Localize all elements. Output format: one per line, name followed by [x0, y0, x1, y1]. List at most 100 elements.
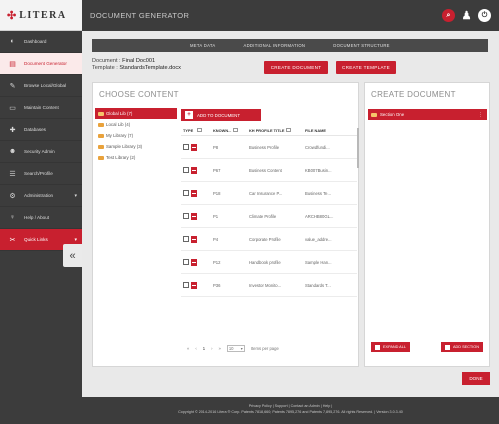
column-header-type[interactable]: TYPE — [181, 128, 213, 133]
chevron-down-icon: ▾ — [74, 236, 77, 243]
users-icon: ☻ — [8, 148, 17, 155]
done-button[interactable]: DONE — [462, 372, 490, 385]
more-options-icon[interactable]: ⋮ — [478, 112, 483, 118]
litera-logo-icon: ✣ — [7, 9, 17, 22]
expand-all-button[interactable]: EXPAND ALL — [371, 342, 410, 352]
known-cell: P18 — [213, 190, 221, 196]
sidebar-item-label: Help / About — [24, 215, 50, 220]
table-row[interactable]: P4 Corporate Profile value_addre... — [181, 228, 357, 251]
table-row[interactable]: P1 Climate Profile ARCHB80GL... — [181, 205, 357, 228]
tree-item-label: Sample Library (3) — [106, 144, 143, 149]
pager-prev-button[interactable]: ‹ — [195, 346, 196, 351]
type-cell — [181, 258, 213, 266]
tree-item-test-library[interactable]: Test Library (2) — [95, 152, 177, 163]
bulb-icon: ♀ — [9, 214, 16, 221]
known-cell: P36 — [213, 282, 221, 288]
type-cell — [181, 212, 213, 220]
column-menu-icon[interactable] — [286, 128, 292, 133]
known-cell: P67 — [213, 167, 221, 173]
column-menu-icon[interactable] — [197, 128, 203, 132]
table-row[interactable]: P12 Handbook profile Sample Han... — [181, 251, 357, 274]
expand-icon — [375, 344, 380, 350]
choose-content-title: CHOOSE CONTENT — [99, 90, 179, 99]
column-header-label: KH PROFILE TITLE — [249, 127, 285, 133]
sidebar-item-label: Administration — [24, 193, 54, 198]
column-header-known[interactable]: KNOWN... — [213, 128, 249, 133]
row-checkbox[interactable] — [183, 259, 189, 265]
row-checkbox[interactable] — [183, 190, 189, 196]
tab-additional-information[interactable]: ADDITIONAL INFORMATION — [244, 43, 306, 48]
row-checkbox[interactable] — [183, 236, 189, 242]
table-row[interactable]: P36 Investor Monito... Standards T... — [181, 274, 357, 297]
row-checkbox[interactable] — [183, 282, 189, 288]
row-checkbox[interactable] — [183, 213, 189, 219]
sidebar-item-security-admin[interactable]: ☻ Security Admin — [0, 141, 82, 163]
sidebar-item-document-generator[interactable]: ▤ Document Generator — [0, 53, 82, 75]
top-icons: ⌕ ♟ ⏻ — [442, 9, 491, 22]
section-label: Section One — [380, 112, 405, 117]
known-cell: P4 — [213, 236, 219, 242]
file-cell: Sample Han... — [305, 259, 332, 265]
row-checkbox[interactable] — [183, 167, 189, 173]
pager-first-button[interactable]: « — [187, 346, 189, 351]
pager-last-button[interactable]: » — [219, 346, 221, 351]
items-per-page-value: 10 — [228, 345, 234, 351]
column-header-profile-title[interactable]: KH PROFILE TITLE — [249, 128, 305, 133]
sidebar-item-dashboard[interactable]: ◐ Dashboard — [0, 31, 82, 53]
items-per-page-select[interactable]: 10 ▾ — [226, 344, 245, 352]
tab-document-structure[interactable]: DOCUMENT STRUCTURE — [333, 43, 390, 48]
pager-next-button[interactable]: › — [211, 346, 212, 351]
row-checkbox[interactable] — [183, 144, 189, 150]
plus-icon — [445, 344, 450, 350]
tree-item-global-lib[interactable]: Global Lib (7) — [95, 108, 177, 119]
tree-item-my-library[interactable]: My Library (7) — [95, 130, 177, 141]
folder-icon — [98, 144, 104, 149]
litera-logo[interactable]: ✣ LITERA — [0, 0, 82, 31]
column-menu-icon[interactable] — [233, 128, 239, 133]
column-header-file-name[interactable]: FILE NAME — [305, 128, 357, 133]
table-row[interactable]: P8 Business Profile Crowdfundi... — [181, 136, 357, 159]
grid-header: TYPE KNOWN... KH PROFILE TITLE FILE NAME — [181, 125, 357, 136]
add-to-document-label: ADD TO DOCUMENT — [197, 112, 241, 118]
document-icon — [191, 281, 197, 289]
add-section-button[interactable]: ADD SECTION — [441, 342, 483, 352]
document-value: Final Doc001 — [122, 58, 156, 64]
document-icon — [191, 166, 197, 174]
type-cell — [181, 189, 213, 197]
sidebar-item-browse[interactable]: ✎ Browse Local/Global — [0, 75, 82, 97]
tab-bar: META DATA ADDITIONAL INFORMATION DOCUMEN… — [92, 39, 488, 52]
create-document-title: CREATE DOCUMENT — [371, 90, 456, 99]
add-to-document-button[interactable]: + ADD TO DOCUMENT — [181, 109, 261, 121]
gear-icon: ⚙ — [9, 192, 16, 200]
tab-meta-data[interactable]: META DATA — [190, 43, 216, 48]
folder-icon: ▭ — [9, 104, 16, 112]
sidebar-item-search-profile[interactable]: ☰ Search/Profile — [0, 163, 82, 185]
table-row[interactable]: P18 Car Insurance P... Business Te... — [181, 182, 357, 205]
content-scrollbar[interactable] — [357, 128, 359, 168]
tree-item-label: Test Library (2) — [106, 155, 136, 160]
document-info: Document : Final Doc001 Template : Stand… — [92, 58, 181, 72]
type-cell — [181, 281, 213, 289]
sidebar-item-help[interactable]: ♀ Help / About — [0, 207, 82, 229]
create-document-panel: CREATE DOCUMENT Section One ⋮ EXPAND ALL… — [364, 82, 490, 367]
tree-item-local-lib[interactable]: Local Lib (4) — [95, 119, 177, 130]
tree-item-sample-library[interactable]: Sample Library (3) — [95, 141, 177, 152]
pager-current-page[interactable]: 1 — [203, 346, 205, 351]
create-template-button[interactable]: CREATE TEMPLATE — [336, 61, 396, 74]
sidebar-item-administration[interactable]: ⚙ Administration ▾ — [0, 185, 82, 207]
items-per-page-label: Items per page — [250, 345, 279, 351]
collapse-sidebar-button[interactable]: « — [63, 244, 82, 267]
sidebar-item-databases[interactable]: ✚ Databases — [0, 119, 82, 141]
known-cell: P8 — [213, 144, 219, 150]
user-icon[interactable]: ♟ — [460, 9, 473, 22]
search-icon[interactable]: ⌕ — [442, 9, 455, 22]
sidebar-item-label: Databases — [24, 127, 46, 132]
folder-icon — [98, 155, 104, 160]
create-document-button[interactable]: CREATE DOCUMENT — [264, 61, 328, 74]
tree-item-label: My Library (7) — [106, 133, 134, 138]
section-item[interactable]: Section One ⋮ — [368, 109, 487, 120]
table-row[interactable]: P67 Business Content KB007Busin... — [181, 159, 357, 182]
sidebar-item-maintain-content[interactable]: ▭ Maintain Content — [0, 97, 82, 119]
power-icon[interactable]: ⏻ — [478, 9, 491, 22]
content-grid: TYPE KNOWN... KH PROFILE TITLE FILE NAME… — [181, 125, 357, 297]
